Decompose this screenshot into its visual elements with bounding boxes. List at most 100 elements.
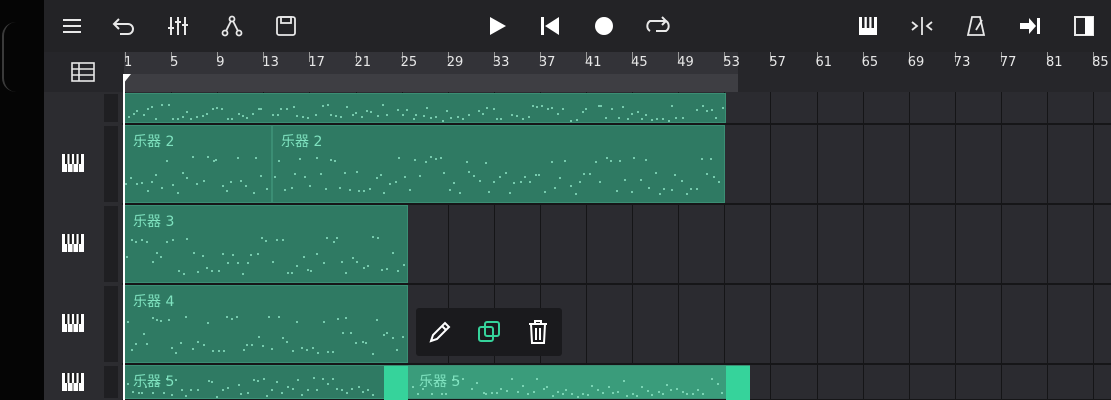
follow-playhead-button[interactable] [1012,8,1048,44]
clip-resize-handle-left[interactable] [384,366,408,400]
midi-note [682,390,685,393]
midi-note [361,391,364,394]
save-button[interactable] [268,8,304,44]
midi-note [700,158,703,161]
midi-note [227,118,230,121]
midi-clip[interactable]: 乐器 5 [124,365,386,399]
midi-note [127,116,130,119]
automation-button[interactable] [214,8,250,44]
midi-note [226,262,229,265]
midi-note [252,191,255,194]
track-drag-handle[interactable] [104,206,118,282]
midi-note [321,378,324,381]
midi-note [445,110,448,113]
track-header[interactable] [44,124,122,204]
play-button[interactable] [479,8,515,44]
timeline-ruler[interactable]: 1 5 9 13 17 21 25 29 33 37 41 45 49 53 57 61 65 69 73 77 81 8… [44,52,1111,92]
arrangement-grid[interactable]: 乐器 2 乐器 2 乐器 3 乐器 4 乐器 5 乐器 5 [122,92,1111,400]
midi-note [674,174,677,177]
piano-instrument-icon[interactable] [62,314,84,332]
midi-note [261,236,264,239]
midi-clip[interactable]: 乐器 3 [124,205,408,283]
midi-note [419,174,422,177]
record-button[interactable] [586,8,622,44]
midi-note [361,341,364,344]
midi-note [350,387,353,390]
midi-note [302,255,305,258]
loop-button[interactable] [640,8,676,44]
midi-clip[interactable]: 乐器 2 [272,125,725,203]
midi-note [517,391,520,394]
skip-to-start-button[interactable] [532,8,568,44]
track-header[interactable] [44,92,122,124]
bar-number: 85 [1092,55,1109,70]
bar-number: 33 [492,55,510,70]
midi-clip[interactable]: 乐器 4 [124,285,408,363]
midi-note [529,181,532,184]
midi-note [292,349,295,352]
midi-note [519,180,522,183]
metronome-button[interactable] [958,8,994,44]
keyboard-button[interactable] [850,8,886,44]
track-header[interactable] [44,204,122,284]
track-drag-handle[interactable] [104,366,118,398]
piano-instrument-icon[interactable] [62,373,84,391]
midi-note [559,176,562,179]
track-header[interactable] [44,284,122,364]
selected-midi-clip[interactable]: 乐器 5 [384,365,750,400]
midi-note [486,107,489,110]
edit-clip-button[interactable] [422,314,458,350]
midi-note [286,107,289,110]
midi-note [151,317,154,320]
playhead[interactable] [123,74,125,400]
midi-note [715,117,718,120]
midi-note [623,179,626,182]
undo-button[interactable] [106,8,142,44]
midi-note [508,191,511,194]
track-header[interactable] [44,364,122,400]
delete-clip-button[interactable] [520,314,556,350]
midi-note [449,189,452,192]
track-drag-handle[interactable] [104,94,118,122]
midi-note [366,109,369,112]
midi-note [190,388,193,391]
duplicate-icon [477,321,500,342]
midi-note [412,117,415,120]
track-drag-handle[interactable] [104,126,118,202]
midi-note [262,377,265,380]
bar-number: 29 [446,55,464,70]
midi-note [702,392,705,395]
midi-note [395,180,398,183]
piano-instrument-icon[interactable] [62,234,84,252]
menu-button[interactable] [54,8,90,44]
midi-note [317,351,320,354]
midi-note [430,156,433,159]
midi-note [686,392,689,395]
midi-note [236,156,239,159]
midi-note [605,156,608,159]
midi-note [371,393,374,396]
midi-note [307,389,310,392]
play-icon [490,17,506,35]
midi-clip[interactable] [124,93,726,123]
midi-note [635,395,638,398]
clip-resize-handle-right[interactable] [726,366,750,400]
midi-note [180,341,183,344]
playhead-marker[interactable] [123,74,131,84]
midi-note [696,389,699,392]
midi-note [357,386,360,389]
midi-note [207,321,210,324]
midi-note [654,171,657,174]
piano-instrument-icon[interactable] [62,154,84,172]
midi-note [201,115,204,118]
midi-note [185,315,188,318]
track-drag-handle[interactable] [104,286,118,362]
mixer-button[interactable] [160,8,196,44]
snap-button[interactable] [904,8,940,44]
midi-note [491,391,494,394]
panel-toggle-button[interactable] [1066,8,1102,44]
track-list-button[interactable] [44,52,122,92]
midi-note [226,387,229,390]
duplicate-clip-button[interactable] [471,314,507,350]
midi-clip[interactable]: 乐器 2 [124,125,272,203]
